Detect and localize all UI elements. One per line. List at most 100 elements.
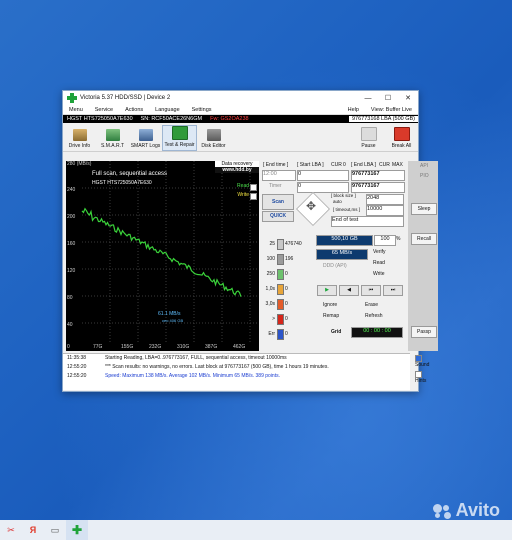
menu-item-language[interactable]: Language — [149, 107, 185, 113]
end-time-input[interactable]: 12:00 — [262, 170, 296, 181]
quick-button[interactable]: QUICK — [262, 211, 294, 222]
erase-radio[interactable]: Erase — [365, 302, 378, 308]
log-message: Speed: Maximum 138 MB/s. Average 102 MB/… — [105, 373, 280, 379]
percent-unit: % — [396, 236, 401, 242]
tool-smart[interactable]: S.M.A.R.T — [96, 129, 129, 151]
block-color-swatch — [277, 329, 284, 340]
break-all-icon — [393, 127, 410, 141]
ddd-api-checkbox[interactable]: DDD (API) — [323, 263, 347, 269]
victoria-app-icon — [67, 93, 77, 103]
avito-watermark: Avito — [432, 500, 500, 521]
x-tick: 155G — [121, 344, 134, 350]
current-position-label: ceo 406 GB — [162, 318, 184, 323]
x-tick: 0 — [67, 344, 70, 350]
y-tick: 200 — [67, 214, 76, 220]
log-panel: 11:35:38 Starting Reading, LBA=0..976773… — [63, 353, 410, 390]
menu-item-help[interactable]: Help — [342, 107, 365, 113]
skip-forward-icon[interactable]: ⏭ — [383, 285, 403, 296]
tool-smart-logs[interactable]: SMART Logs — [129, 129, 162, 151]
menu-item-menu[interactable]: Menu — [63, 107, 89, 113]
tool-test-repair[interactable]: Test & Repair — [162, 125, 197, 151]
end-of-test-select[interactable]: End of test — [331, 216, 404, 227]
read-checkbox[interactable] — [250, 184, 257, 191]
end-time-label: [ End time ] — [263, 162, 289, 168]
end-lba-readout[interactable]: 976773167 — [351, 182, 405, 193]
timeout-select[interactable]: 10000 — [366, 205, 404, 216]
menu-item-actions[interactable]: Actions — [119, 107, 149, 113]
taskbar-cut-app-icon[interactable]: ✂ — [0, 520, 22, 540]
x-tick: 310G — [177, 344, 190, 350]
victoria-window: Victoria 5.37 HDD/SSD | Device 2 — ☐ ✕ M… — [62, 90, 438, 392]
timer-label: Timer — [269, 183, 282, 189]
x-tick: 77G — [93, 344, 103, 350]
skip-back-icon[interactable]: ⏮ — [361, 285, 381, 296]
play-icon[interactable]: ▶ — [317, 285, 337, 296]
block-color-swatch — [277, 269, 284, 280]
ignore-radio[interactable]: Ignore — [323, 302, 337, 308]
write-radio[interactable]: Write — [373, 271, 385, 277]
minimize-button[interactable]: — — [358, 95, 378, 102]
sleep-button[interactable]: Sleep — [411, 203, 437, 215]
start-lba-input[interactable]: 0 — [297, 170, 349, 181]
sound-checkbox-box — [415, 355, 422, 362]
grid-checkbox[interactable]: Grid — [331, 329, 341, 335]
log-time: 12:55:20 — [67, 373, 87, 379]
block-color-swatch — [277, 284, 284, 295]
log-time: 12:55:20 — [67, 364, 87, 370]
x-tick: 462G — [233, 344, 246, 350]
maximize-button[interactable]: ☐ — [378, 94, 398, 102]
block-ms-label: 1,0s — [265, 286, 275, 292]
tool-disk-editor[interactable]: Disk Editor — [197, 129, 230, 151]
taskbar-victoria-icon[interactable]: ✚ — [66, 520, 88, 540]
sound-checkbox[interactable]: Sound — [415, 355, 429, 368]
taskbar-chat-icon[interactable]: ▭ — [44, 520, 66, 540]
smart-icon — [105, 129, 120, 141]
y-tick: 160 — [67, 241, 76, 247]
tool-label: SMART Logs — [130, 143, 161, 149]
block-ms-label: 100 — [266, 256, 275, 262]
verify-radio[interactable]: Verify — [373, 249, 386, 255]
block-ms-label: 250 — [266, 271, 275, 277]
refresh-radio[interactable]: Refresh — [365, 313, 383, 319]
back-icon[interactable]: ◀ — [339, 285, 359, 296]
start-cur-label: CUR — [331, 162, 342, 168]
pio-radio[interactable]: PIO — [420, 173, 429, 179]
block-size-select[interactable]: 2048 — [366, 194, 404, 205]
tool-drive-info[interactable]: Drive Info — [63, 129, 96, 151]
block-color-swatch — [277, 299, 284, 310]
log-time: 11:35:38 — [67, 355, 87, 361]
block-size-label: [ block size ] — [331, 193, 356, 198]
test-repair-icon — [171, 126, 188, 140]
data-recovery-banner[interactable]: Data recovery www.hdd.by — [215, 161, 259, 173]
passp-button[interactable]: Passp — [411, 326, 437, 338]
graph-model: HGST HTS725050A7E630 — [92, 180, 152, 186]
timer-input[interactable]: 0 — [297, 182, 349, 193]
recall-button[interactable]: Recall — [411, 233, 437, 245]
hints-checkbox[interactable]: Hints — [415, 371, 429, 384]
right-sidebar — [408, 161, 438, 351]
drive-firmware: Fw: GS2OA238 — [210, 116, 249, 122]
menu-item-settings[interactable]: Settings — [186, 107, 218, 113]
toolbar: Drive Info S.M.A.R.T SMART Logs Test & R… — [63, 123, 418, 152]
break-all-button[interactable]: Break All — [385, 127, 418, 151]
close-button[interactable]: ✕ — [398, 94, 418, 102]
pause-icon — [360, 127, 377, 141]
y-unit-label: 280 (MB/s) — [67, 161, 92, 167]
title-bar: Victoria 5.37 HDD/SSD | Device 2 — ☐ ✕ — [63, 91, 418, 105]
remap-radio[interactable]: Remap — [323, 313, 339, 319]
block-color-swatch — [277, 254, 284, 265]
log-row: 11:35:38 Starting Reading, LBA=0..976773… — [63, 354, 410, 363]
write-checkbox[interactable] — [250, 193, 257, 200]
pause-button[interactable]: Pause — [352, 127, 385, 151]
block-count: 0 — [285, 316, 288, 322]
view-buffer-live-toggle[interactable]: View: Buffer Live — [365, 107, 418, 113]
api-radio[interactable]: API — [420, 163, 428, 169]
end-cur-label: CUR — [379, 162, 390, 168]
read-radio[interactable]: Read — [373, 260, 385, 266]
y-tick: 80 — [67, 295, 73, 301]
scan-button[interactable]: Scan — [262, 194, 294, 210]
menu-item-service[interactable]: Service — [89, 107, 119, 113]
taskbar-yandex-icon[interactable]: Я — [22, 520, 44, 540]
block-count: 0 — [285, 271, 288, 277]
end-lba-input[interactable]: 976773167 — [351, 170, 405, 181]
